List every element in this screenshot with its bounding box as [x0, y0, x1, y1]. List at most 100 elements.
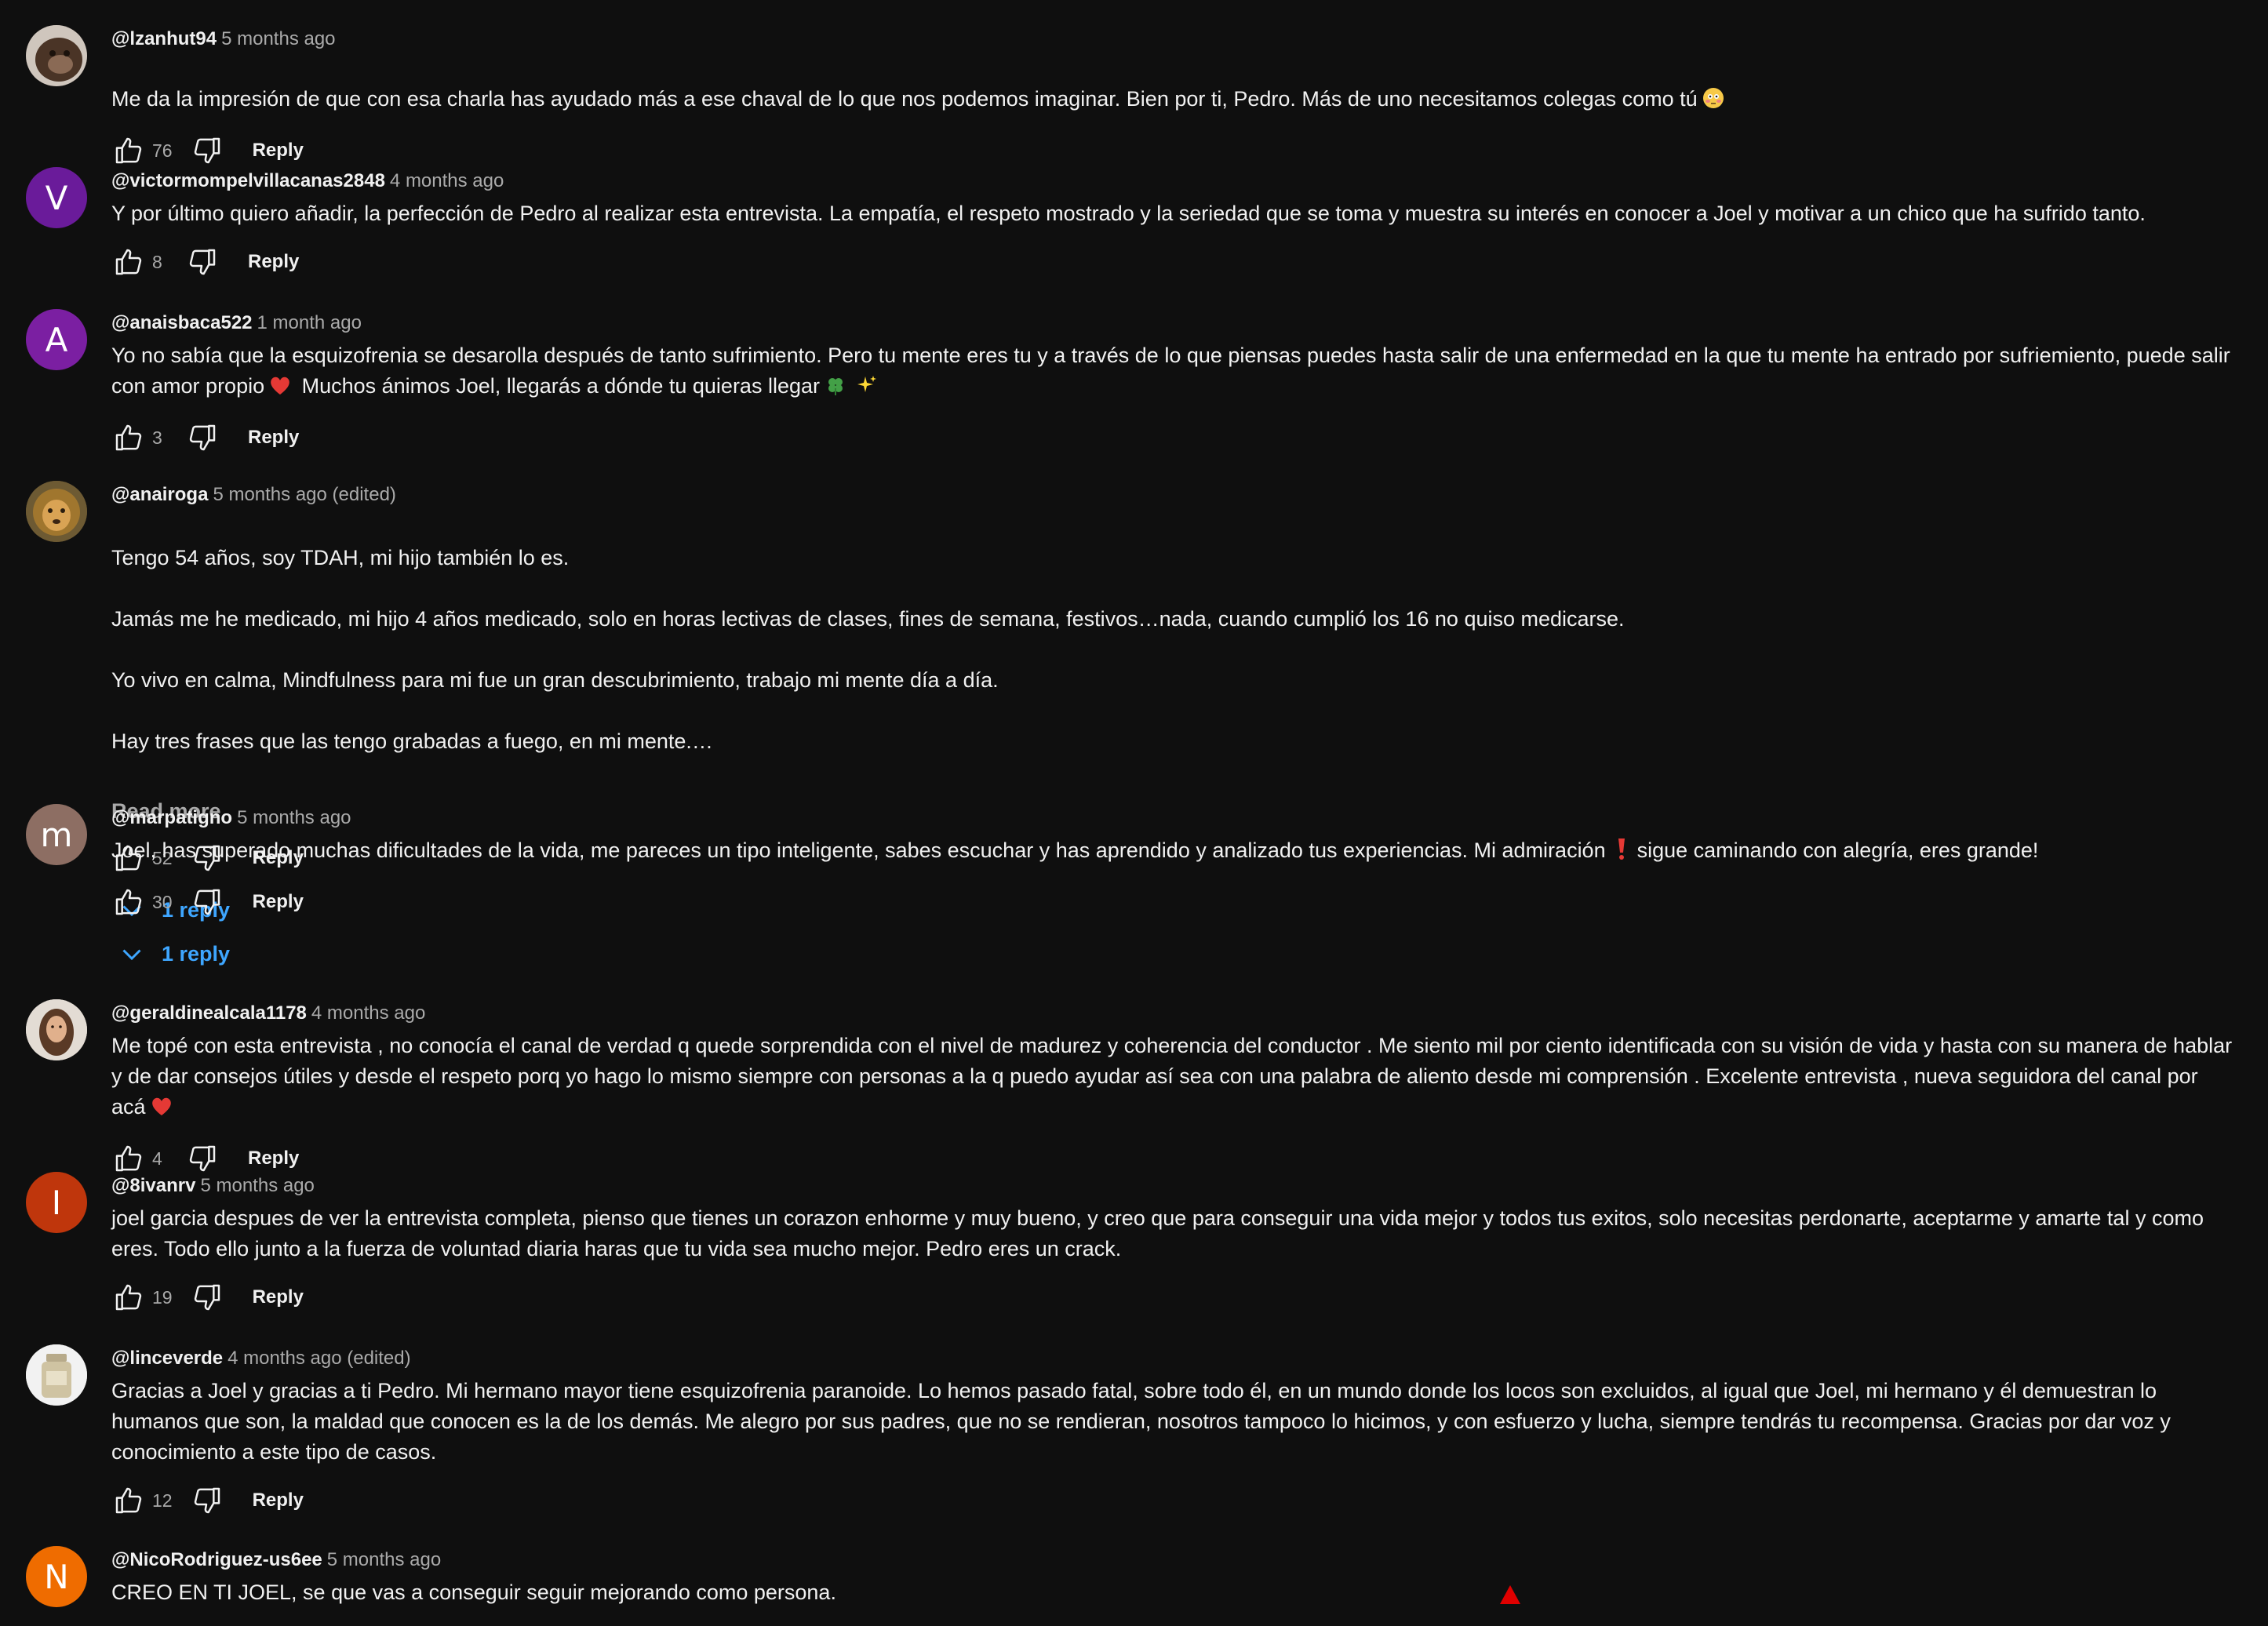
avatar[interactable]: A [26, 309, 87, 370]
comment-text: CREO EN TI JOEL, se que vas a conseguir … [111, 1581, 836, 1604]
comment-time[interactable]: 5 months ago [237, 807, 351, 828]
comment-author[interactable]: @victormompelvillacanas2848 [111, 170, 385, 191]
reply-button[interactable]: Reply [253, 1490, 304, 1511]
comment-author[interactable]: @NicoRodriguez-us6ee [111, 1549, 322, 1570]
like-count: 4 [152, 1148, 162, 1169]
thumbs-down-icon [189, 1145, 216, 1172]
avatar[interactable]: I [26, 1172, 87, 1233]
replies-label: 1 reply [162, 941, 231, 966]
comment-text: joel garcia despues de ver la entrevista… [111, 1206, 2204, 1260]
like-button[interactable] [111, 1280, 146, 1315]
reply-button[interactable]: Reply [253, 140, 304, 162]
thumbs-down-icon [194, 889, 220, 915]
comment-time[interactable]: 5 months ago [327, 1549, 441, 1570]
comment-time[interactable]: 5 months ago [200, 1175, 314, 1196]
avatar[interactable]: N [26, 1546, 87, 1607]
avatar[interactable] [26, 1344, 87, 1406]
reply-button[interactable]: Reply [248, 427, 299, 449]
comment-actions: 8 Reply [111, 240, 2237, 284]
avatar[interactable] [26, 25, 87, 86]
exclamation-icon [1617, 837, 1626, 869]
sparkles-icon [856, 374, 878, 405]
comment-actions: 12 Reply [111, 1479, 2237, 1522]
thumbs-down-icon [194, 137, 220, 164]
comment-text: Yo no sabía que la esquizofrenia se desa… [111, 340, 2237, 405]
comment-text: Joel, has superado muchas dificultades d… [111, 835, 2237, 869]
reply-button[interactable]: Reply [253, 1286, 304, 1308]
avatar[interactable]: m [26, 804, 87, 865]
like-count: 19 [152, 1286, 173, 1308]
heart-icon [151, 1095, 173, 1126]
thumbs-down-icon [194, 1487, 220, 1514]
chevron-down-icon [122, 949, 141, 961]
comment-line: Yo vivo en calma, Mindfulness para mi fu… [111, 668, 999, 692]
reply-button[interactable]: Reply [253, 891, 304, 913]
jar-photo [26, 1344, 87, 1406]
like-button[interactable] [111, 1483, 146, 1518]
thumbs-up-icon [115, 137, 142, 164]
like-count: 3 [152, 427, 162, 448]
thumbs-up-icon [115, 889, 142, 915]
comment-line: Hay tres frases que las tengo grabadas a… [111, 729, 713, 753]
like-button[interactable] [111, 885, 146, 919]
avatar[interactable]: V [26, 167, 87, 228]
comment-author[interactable]: @anairoga [111, 484, 208, 505]
comment-author[interactable]: @marpatigno [111, 807, 232, 828]
comment-text: Gracias a Joel y gracias a ti Pedro. Mi … [111, 1379, 2171, 1464]
like-count: 76 [152, 140, 173, 161]
avatar[interactable] [26, 481, 87, 542]
comment-author[interactable]: @lzanhut94 [111, 28, 217, 49]
thumbs-up-icon [115, 424, 142, 451]
comment-time[interactable]: 4 months ago (edited) [228, 1348, 410, 1369]
dislike-button[interactable] [190, 1483, 224, 1518]
thumbs-up-icon [115, 1284, 142, 1311]
comment-text: Me topé con esta entrevista , no conocía… [111, 1031, 2237, 1126]
comment-time[interactable]: 5 months ago [221, 28, 335, 49]
flushed-face-icon [1702, 56, 1724, 118]
avatar[interactable] [26, 999, 87, 1060]
dislike-button[interactable] [185, 245, 220, 279]
comment-time[interactable]: 4 months ago [311, 1002, 425, 1024]
reply-button[interactable]: Reply [248, 251, 299, 273]
comment-text-continued: Muchos ánimos Joel, llegarás a dónde tu … [296, 374, 820, 398]
comment-author[interactable]: @linceverde [111, 1348, 223, 1369]
dislike-button[interactable] [190, 133, 224, 168]
thumbs-up-icon [115, 1145, 142, 1172]
like-button[interactable] [111, 420, 146, 455]
monkey-photo [26, 25, 87, 86]
thumbs-up-icon [115, 1487, 142, 1514]
avatar-letter: m [40, 815, 73, 854]
dislike-button[interactable] [190, 885, 224, 919]
comment-text-body: Me da la impresión de que con esa charla… [111, 87, 1698, 111]
comment-author[interactable]: @geraldinealcala1178 [111, 1002, 307, 1024]
like-button[interactable] [111, 245, 146, 279]
comment-text: Me da la impresión de que con esa charla… [111, 56, 2237, 118]
thumbs-up-icon [115, 249, 142, 275]
dislike-button[interactable] [185, 1141, 220, 1176]
comment-time[interactable]: 1 month ago [257, 312, 362, 333]
like-button[interactable] [111, 1141, 146, 1176]
heart-icon [269, 374, 291, 405]
comment-actions: 76 Reply [111, 129, 2237, 173]
thumbs-down-icon [194, 1284, 220, 1311]
comment-actions: 3 Reply [111, 416, 2237, 460]
comment-text-continued: sigue caminando con alegría, eres grande… [1636, 838, 2039, 862]
dislike-button[interactable] [190, 1280, 224, 1315]
thumbs-down-icon [189, 424, 216, 451]
woman-photo [26, 999, 87, 1060]
reply-button[interactable]: Reply [248, 1148, 299, 1169]
avatar-letter: N [44, 1557, 69, 1596]
comment-actions: 19 Reply [111, 1275, 2237, 1319]
comment-time[interactable]: 5 months ago (edited) [213, 484, 395, 505]
clover-icon [825, 374, 846, 405]
comments-section: @lzanhut94 5 months ago Me da la impresió… [0, 0, 2268, 1626]
comment-actions: 30 Reply [111, 880, 2237, 924]
like-button[interactable] [111, 133, 146, 168]
view-replies-button[interactable]: 1 reply [111, 932, 2237, 976]
comment-author[interactable]: @8ivanrv [111, 1175, 195, 1196]
comment-author[interactable]: @anaisbaca522 [111, 312, 253, 333]
dislike-button[interactable] [185, 420, 220, 455]
comment-text-body: Me topé con esta entrevista , no conocía… [111, 1034, 2233, 1119]
comment-time[interactable]: 4 months ago [390, 170, 504, 191]
like-count: 30 [152, 891, 173, 912]
